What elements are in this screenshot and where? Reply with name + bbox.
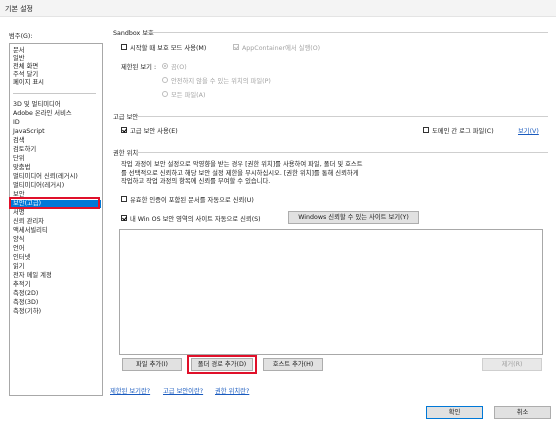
help-link-privileged-locations[interactable]: 권한 위치란? — [215, 386, 249, 395]
category-item-selected[interactable]: 보안(고급) — [11, 200, 101, 208]
category-item[interactable]: 일반 — [13, 55, 25, 63]
category-item[interactable]: 전체 화면 — [13, 63, 38, 71]
protected-mode-checkbox[interactable] — [121, 44, 127, 50]
protected-view-all-radio[interactable] — [162, 91, 168, 97]
category-item[interactable]: 읽기 — [13, 263, 25, 271]
category-item[interactable]: 검색 — [13, 137, 25, 145]
category-item[interactable]: 언어 — [13, 245, 25, 253]
category-item[interactable]: 검토하기 — [13, 146, 36, 154]
category-item[interactable]: Adobe 온라인 서비스 — [13, 110, 72, 118]
help-link-protected-view[interactable]: 제한된 보기란? — [110, 386, 150, 395]
help-link-enhanced-security[interactable]: 고급 보안이란? — [163, 386, 203, 395]
remove-button[interactable]: 제거(R) — [482, 358, 542, 371]
protected-mode-label: 시작할 때 보호 모드 사용(M) — [130, 45, 207, 52]
category-item[interactable]: 서명 — [13, 209, 25, 217]
view-windows-trusted-sites-button[interactable]: Windows 신뢰할 수 있는 사이트 보기(Y) — [288, 211, 419, 224]
cross-domain-log-checkbox[interactable] — [423, 127, 429, 133]
privileged-locations-description: 작업 과정이 보안 설정으로 악영향을 받는 경우 [권한 위치]를 사용하여 … — [121, 161, 421, 187]
add-folder-path-button[interactable]: 폴더 경로 추가(D) — [191, 358, 253, 371]
category-list[interactable]: 문서 일반 전체 화면 주석 달기 페이지 표시 3D 및 멀티미디어 Adob… — [9, 43, 103, 396]
appcontainer-label: AppContainer에서 실행(O) — [242, 45, 321, 52]
categories-label: 범주(G): — [9, 33, 33, 40]
category-item[interactable]: 보안 — [13, 191, 25, 199]
window-title: 기본 설정 — [5, 5, 33, 13]
category-item[interactable]: JavaScript — [13, 128, 45, 136]
section-divider — [145, 32, 548, 33]
category-item[interactable]: 인터넷 — [13, 254, 30, 262]
description-line: 작업하고 작업 과정의 항목에 신뢰를 부여할 수 있습니다. — [121, 178, 271, 185]
category-item[interactable]: 측정(기하) — [13, 308, 41, 316]
description-line: 작업 과정이 보안 설정으로 악영향을 받는 경우 [권한 위치]를 사용하여 … — [121, 161, 363, 168]
enhanced-security-label: 고급 보안 사용(E) — [130, 128, 178, 135]
category-item[interactable]: 맞춤법 — [13, 164, 30, 172]
category-item[interactable]: 측정(3D) — [13, 299, 38, 307]
cross-domain-log-label: 도메인 간 로그 파일(C) — [432, 128, 494, 135]
privileged-locations-list[interactable] — [119, 229, 543, 355]
category-item[interactable]: 신뢰 관리자 — [13, 218, 44, 226]
category-item[interactable]: 전자 메일 계정 — [13, 272, 52, 280]
view-log-link[interactable]: 보기(V) — [518, 126, 539, 135]
category-item[interactable]: 추적기 — [13, 281, 30, 289]
category-item[interactable]: 단위 — [13, 155, 25, 163]
auto-trust-certified-label: 유효한 인증이 포함된 문서를 자동으로 신뢰(U) — [130, 197, 254, 204]
enhanced-security-checkbox[interactable] — [121, 127, 127, 133]
category-separator — [13, 93, 96, 94]
cancel-button[interactable]: 취소 — [494, 406, 551, 419]
category-item[interactable]: 측정(2D) — [13, 290, 38, 298]
category-item[interactable]: ID — [13, 119, 20, 127]
protected-view-off-label: 끔(O) — [171, 64, 187, 71]
protected-view-all-label: 모든 파일(A) — [171, 92, 206, 99]
section-divider — [138, 116, 548, 117]
auto-trust-win-os-label: 내 Win OS 보안 영역의 사이트 자동으로 신뢰(S) — [130, 216, 261, 223]
protected-view-unsafe-radio[interactable] — [162, 77, 168, 83]
category-item[interactable]: 문서 — [13, 47, 25, 55]
add-file-button[interactable]: 파일 추가(I) — [122, 358, 182, 371]
category-item[interactable]: 주석 달기 — [13, 71, 38, 79]
enhanced-security-section-title: 고급 보안 — [113, 114, 139, 121]
category-item[interactable]: 멀티미디어 신뢰(레거시) — [13, 173, 78, 181]
category-item[interactable]: 페이지 표시 — [13, 79, 44, 87]
protected-view-off-radio[interactable] — [162, 63, 168, 69]
section-divider — [136, 152, 548, 153]
protected-view-unsafe-label: 안전하지 않을 수 있는 위치의 파일(P) — [171, 78, 271, 85]
add-host-button[interactable]: 호스트 추가(H) — [263, 358, 323, 371]
ok-button[interactable]: 확인 — [426, 406, 483, 419]
title-bar: 기본 설정 — [0, 0, 556, 17]
auto-trust-certified-checkbox[interactable] — [121, 196, 127, 202]
appcontainer-checkbox[interactable] — [233, 44, 239, 50]
category-item[interactable]: 3D 및 멀티미디어 — [13, 101, 61, 109]
privileged-locations-section-title: 권한 위치 — [113, 150, 139, 157]
auto-trust-win-os-checkbox[interactable] — [121, 215, 127, 221]
category-item[interactable]: 멀티미디어(레거시) — [13, 182, 64, 190]
category-item[interactable]: 액세서빌리티 — [13, 227, 48, 235]
protected-view-label: 제한된 보기 : — [121, 64, 157, 71]
description-line: 를 선택적으로 신뢰하고 해당 보안 설정 제한을 무시하십시오. [권한 위치… — [121, 169, 359, 177]
category-item[interactable]: 양식 — [13, 236, 25, 244]
